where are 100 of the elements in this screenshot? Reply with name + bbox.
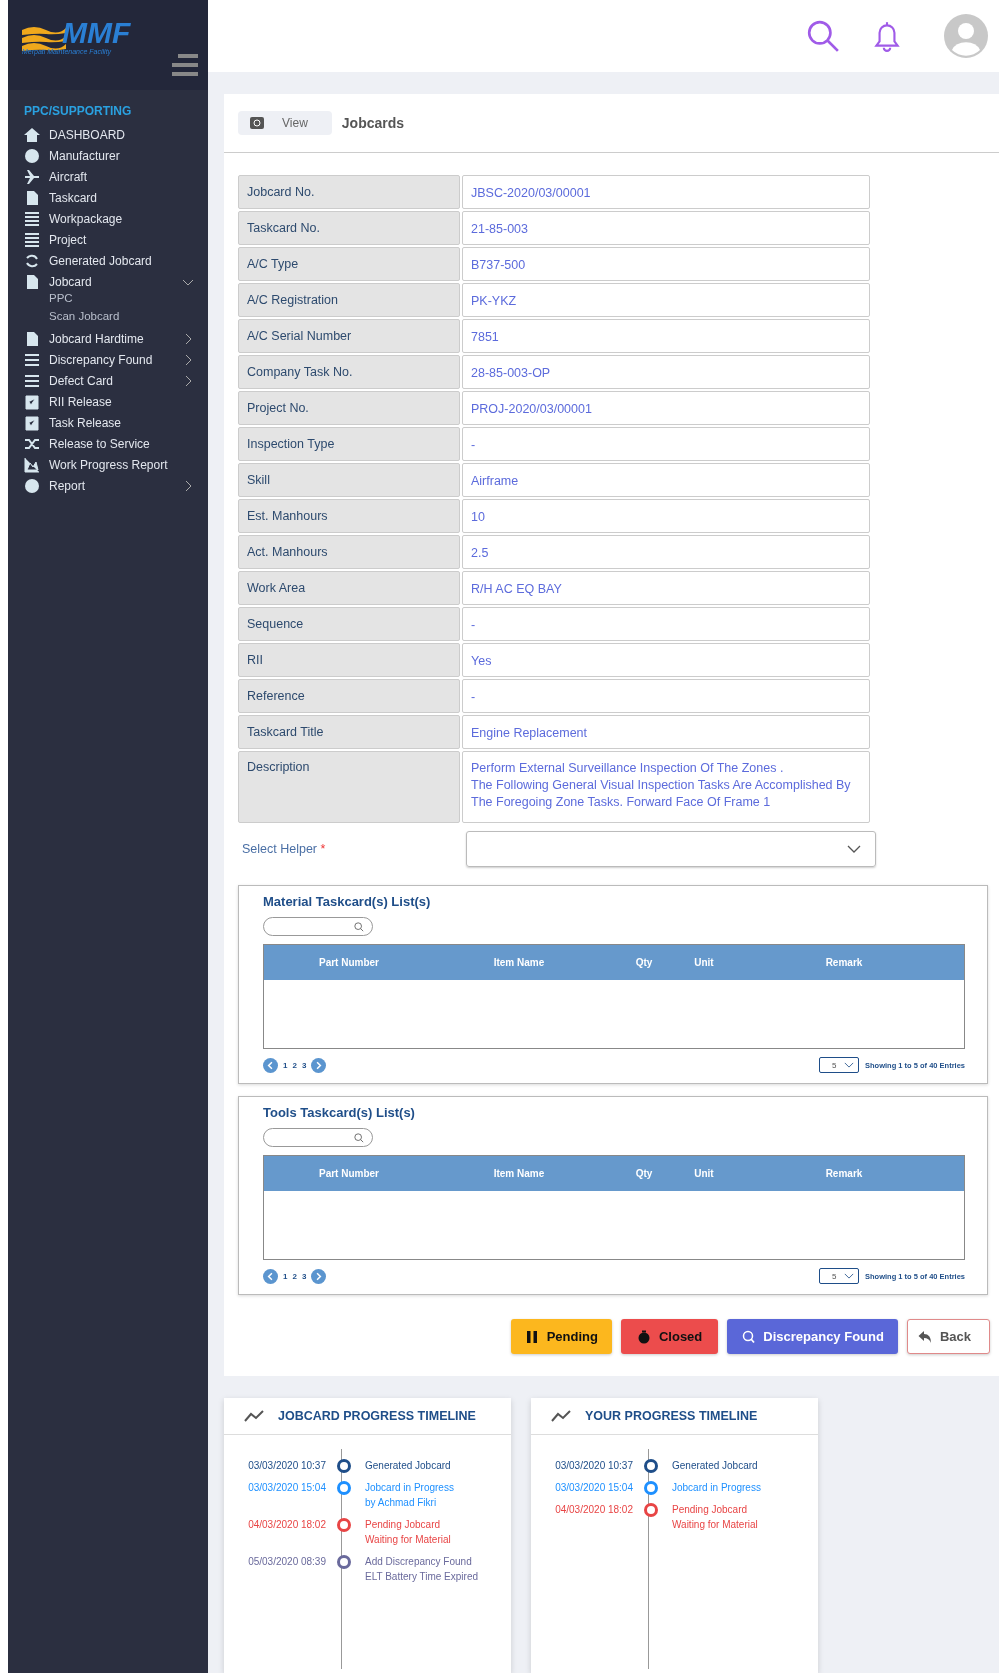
discrepancy-button[interactable]: Discrepancy Found	[727, 1319, 898, 1354]
sidebar-item[interactable]: RII Release	[24, 391, 208, 412]
column-header: Unit	[693, 957, 715, 968]
view-tab[interactable]: View	[238, 111, 332, 135]
next-page-icon[interactable]	[311, 1057, 327, 1073]
sidebar-item[interactable]: Work Progress Report	[24, 454, 208, 475]
previous-page-icon[interactable]	[263, 1268, 278, 1284]
menu-icon[interactable]	[172, 52, 198, 78]
back-button[interactable]: Back	[906, 1319, 990, 1354]
event-time: 03/03/2020 15:04	[247, 1482, 326, 1493]
stopwatch-icon	[636, 1329, 651, 1344]
field-value: -	[462, 607, 870, 641]
previous-page-icon[interactable]	[263, 1057, 278, 1073]
sidebar-item[interactable]: Release to Service	[24, 433, 208, 454]
menu-item-icon	[24, 273, 40, 290]
field-label: Work Area	[238, 571, 460, 605]
field-label: A/C Serial Number	[238, 319, 460, 353]
event-time: 05/03/2020 08:39	[247, 1556, 326, 1567]
list-title: Material Taskcard(s) List(s)	[263, 894, 432, 909]
pause-icon	[524, 1329, 539, 1344]
menu-item-icon	[24, 168, 40, 185]
sidebar-item[interactable]: Report	[24, 475, 208, 496]
event-description: Generated Jobcard	[672, 1459, 758, 1473]
field-value: 28-85-003-OP	[462, 355, 870, 389]
page-number[interactable]: 1	[283, 1060, 288, 1070]
event-description: Jobcard in Progress	[672, 1481, 761, 1495]
reply-arrow-icon	[917, 1329, 932, 1344]
submenu-item[interactable]: PPC	[24, 292, 208, 310]
event-description: Waiting for Material	[365, 1533, 451, 1547]
sidebar-item[interactable]: Taskcard	[24, 187, 208, 208]
field-label: Select Helper *	[241, 842, 327, 856]
field-label: Description	[238, 751, 460, 823]
column-header: Item Name	[492, 1168, 546, 1179]
helper-select[interactable]	[466, 831, 876, 867]
next-page-icon[interactable]	[311, 1268, 327, 1284]
sidebar-item[interactable]: Manufacturer	[24, 145, 208, 166]
field-label: RII	[238, 643, 460, 677]
menu-item-icon	[24, 210, 40, 227]
field-value: PROJ-2020/03/00001	[462, 391, 870, 425]
user-avatar-icon[interactable]	[944, 14, 988, 58]
sidebar-item[interactable]: Workpackage	[24, 208, 208, 229]
event-description: Jobcard in Progress	[365, 1481, 454, 1495]
chevron-down-icon	[843, 1062, 854, 1068]
timeline-title: YOUR PROGRESS TIMELINE	[585, 1409, 758, 1423]
sidebar-item[interactable]: Jobcard	[24, 271, 208, 292]
menu-item-icon	[24, 231, 40, 248]
line-chart-icon	[551, 1410, 571, 1422]
column-header: Part Number	[318, 1168, 380, 1179]
field-label: A/C Registration	[238, 283, 460, 317]
sidebar-item[interactable]: Jobcard Hardtime	[24, 328, 208, 349]
menu-item-icon	[24, 126, 40, 143]
page-number[interactable]: 2	[292, 1060, 297, 1070]
menu-item-icon	[24, 477, 40, 494]
field-label: Company Task No.	[238, 355, 460, 389]
column-header: Part Number	[318, 957, 380, 968]
column-header: Remark	[824, 957, 864, 968]
page-number[interactable]: 3	[301, 1271, 307, 1281]
sidebar-item[interactable]: DASHBOARD	[24, 124, 208, 145]
sidebar-item[interactable]: Defect Card	[24, 370, 208, 391]
submenu-item[interactable]: Scan Jobcard	[24, 310, 208, 328]
page-number[interactable]: 3	[301, 1060, 307, 1070]
sidebar-item[interactable]: Task Release	[24, 412, 208, 433]
sidebar-item[interactable]: Generated Jobcard	[24, 250, 208, 271]
event-description: Pending Jobcard	[365, 1518, 442, 1532]
field-label: Act. Manhours	[238, 535, 460, 569]
field-label: Taskcard No.	[238, 211, 460, 245]
field-value: -	[462, 679, 870, 713]
field-label: Est. Manhours	[238, 499, 460, 533]
sidebar-item[interactable]: Discrepancy Found	[24, 349, 208, 370]
event-time: 03/03/2020 10:37	[554, 1460, 633, 1471]
page-number[interactable]: 1	[283, 1271, 288, 1281]
menu-item-icon	[24, 351, 40, 368]
line-chart-icon	[244, 1410, 264, 1422]
field-value: Engine Replacement	[462, 715, 870, 749]
page-size-select[interactable]: 5	[818, 1057, 859, 1073]
timeline-title: JOBCARD PROGRESS TIMELINE	[278, 1409, 476, 1423]
field-label: Inspection Type	[238, 427, 460, 461]
column-header: Qty	[634, 957, 654, 968]
search-field[interactable]	[263, 1128, 373, 1147]
field-value: PK-YKZ	[462, 283, 870, 317]
sidebar-item[interactable]: Project	[24, 229, 208, 250]
field-value: 7851	[462, 319, 870, 353]
menu-item-icon	[24, 252, 40, 269]
field-label: Project No.	[238, 391, 460, 425]
page-size-select[interactable]: 5	[818, 1268, 859, 1284]
page-title: Jobcards	[341, 115, 405, 131]
field-value: Perform External Surveillance Inspection Of The Zones . The Following General Visual Inspection Tasks Are Accomplished By The Foregoing Zone Tasks. Forward Face Of Frame 1	[462, 751, 870, 823]
menu-item-icon	[24, 147, 40, 164]
sidebar-item[interactable]: Aircraft	[24, 166, 208, 187]
menu-item-icon	[24, 330, 40, 347]
field-value: 10	[462, 499, 870, 533]
closed-button[interactable]: Closed	[620, 1319, 719, 1354]
menu-item-icon	[24, 189, 40, 206]
search-icon[interactable]	[806, 19, 840, 53]
pending-button[interactable]: Pending	[510, 1319, 612, 1354]
chevron-down-icon	[843, 1273, 854, 1279]
event-time: 04/03/2020 18:02	[554, 1504, 633, 1515]
list-title: Tools Taskcard(s) List(s)	[263, 1105, 416, 1120]
page-number[interactable]: 2	[292, 1271, 297, 1281]
field-value: 21-85-003	[462, 211, 870, 245]
